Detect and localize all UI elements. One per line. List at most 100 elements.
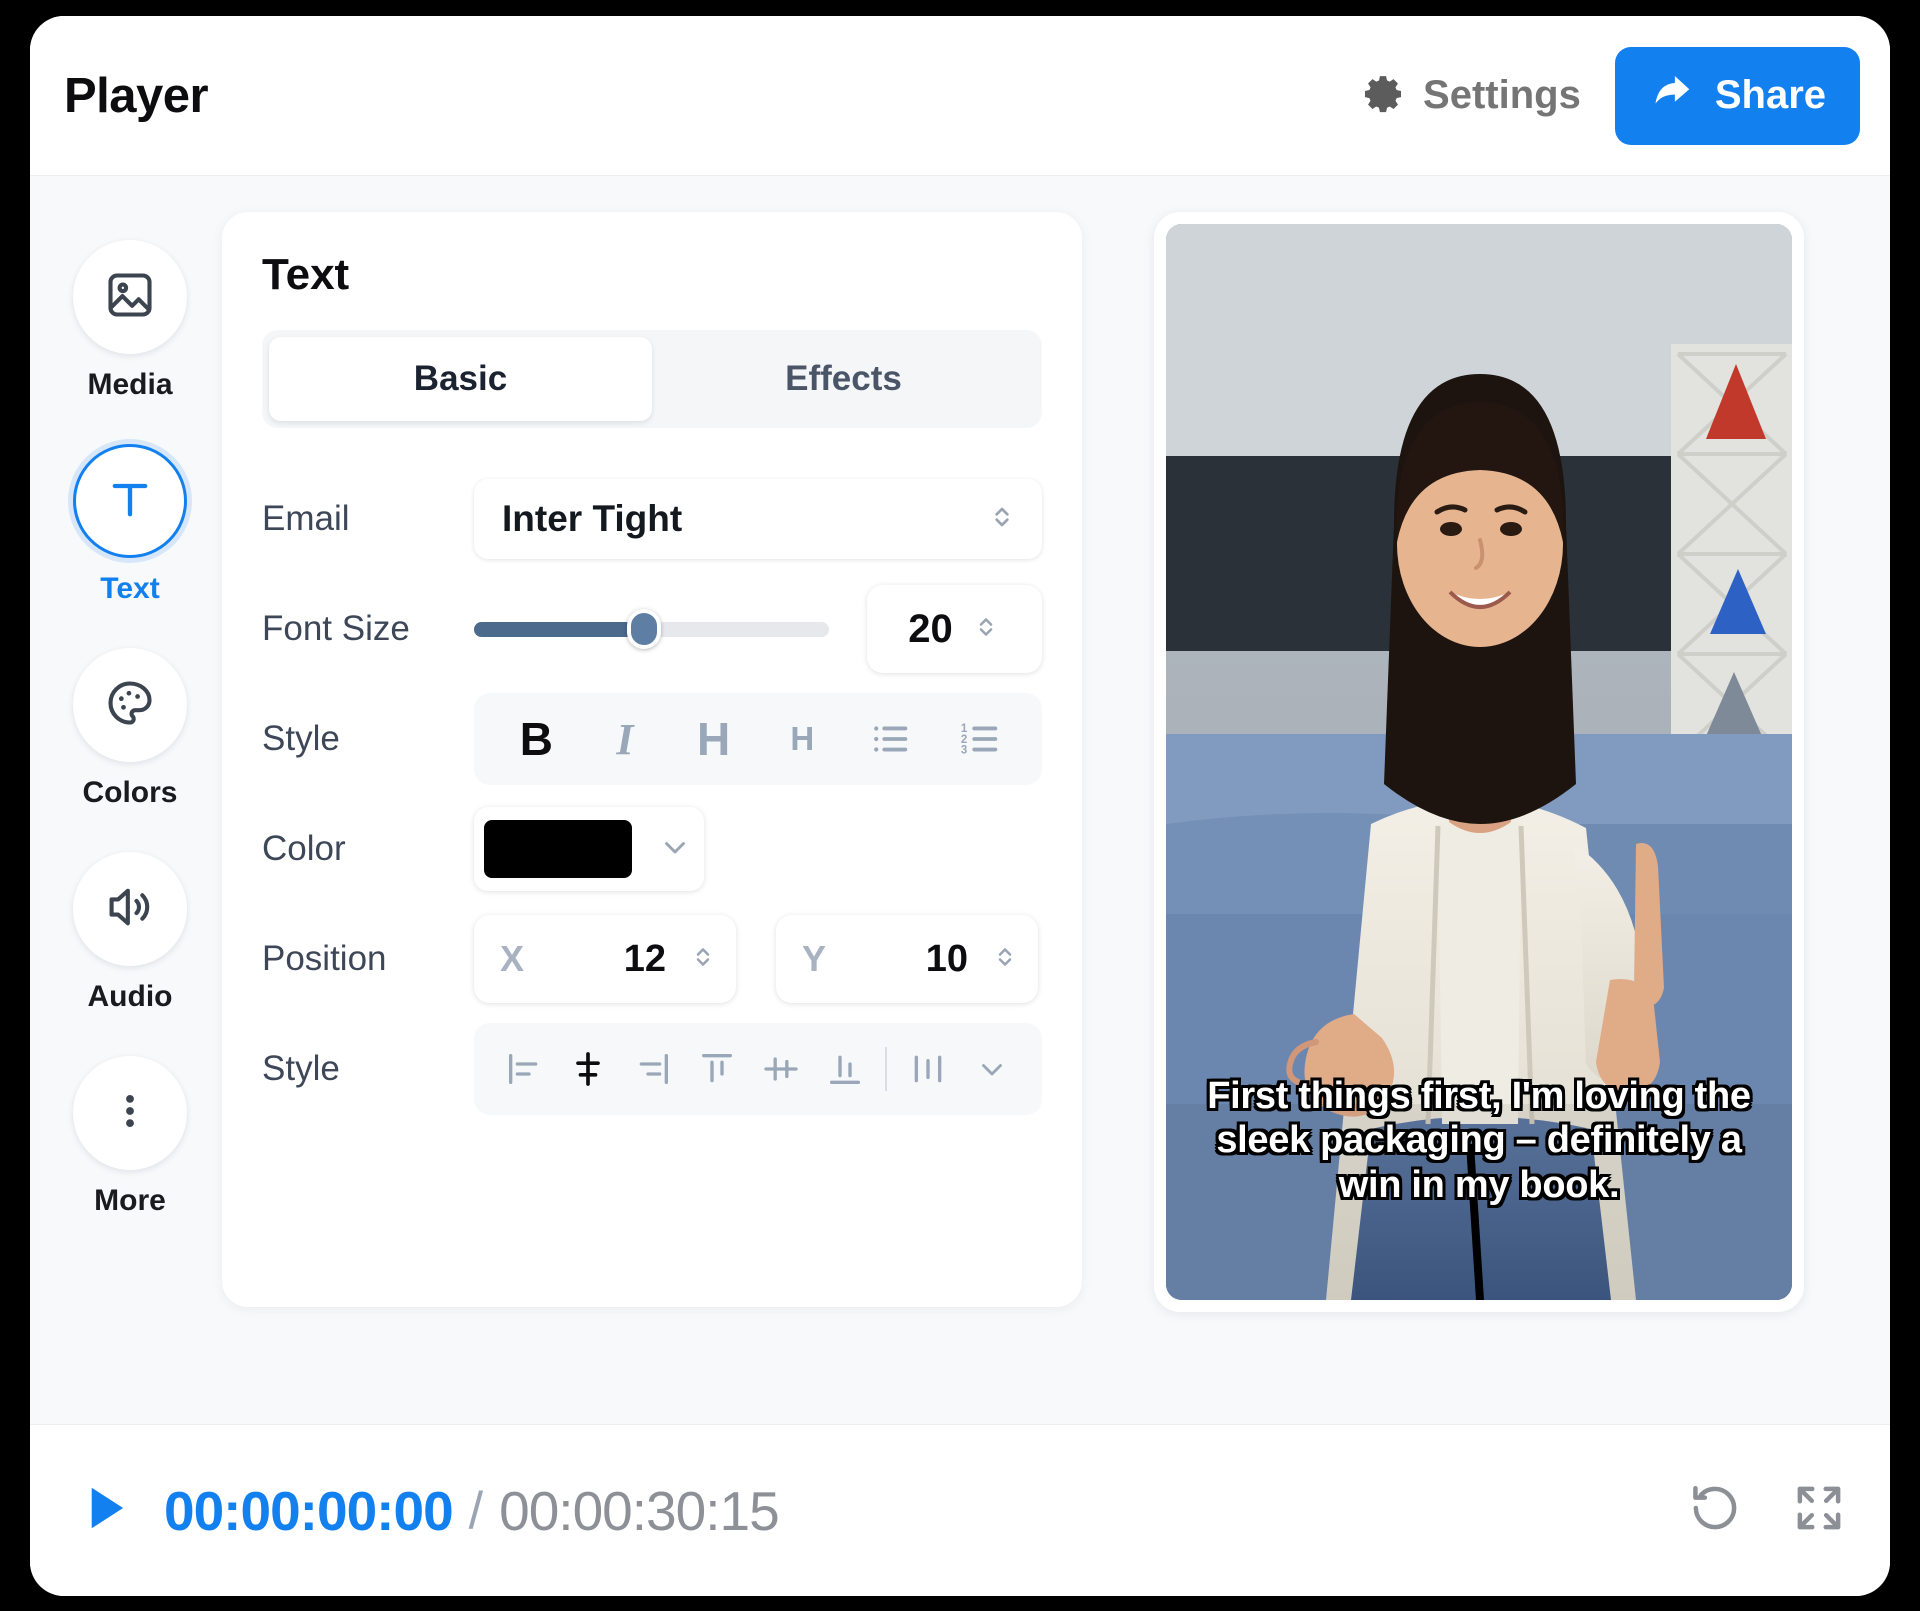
position-x-axis-label: X — [500, 938, 525, 979]
sidebar-item-label: Colors — [82, 776, 178, 809]
italic-button[interactable]: I — [595, 709, 655, 769]
color-row: Color — [262, 794, 1042, 904]
expand-icon — [1792, 1481, 1846, 1540]
sidebar-item-label: Media — [87, 368, 173, 401]
align-toolbar — [474, 1023, 1042, 1115]
align-right-button[interactable] — [623, 1039, 683, 1099]
video-preview-card: First things first, I'm loving the sleek… — [1154, 212, 1804, 1312]
svg-text:3: 3 — [960, 744, 966, 756]
sidebar-icon-wrapper — [73, 852, 187, 966]
align-left-button[interactable] — [494, 1039, 554, 1099]
video-caption: First things first, I'm loving the sleek… — [1207, 1074, 1751, 1207]
settings-button[interactable]: Settings — [1360, 73, 1581, 119]
align-more-chevron-button[interactable] — [962, 1039, 1022, 1099]
align-style-label: Style — [262, 1049, 340, 1088]
font-size-label: Font Size — [262, 609, 410, 648]
color-swatch — [484, 820, 632, 878]
font-size-slider-thumb[interactable] — [627, 609, 662, 649]
sidebar-item-label: Audio — [87, 980, 173, 1013]
chevron-updown-icon[interactable] — [971, 612, 1001, 647]
current-time: 00:00:00:00 — [164, 1479, 454, 1542]
tool-sidebar: Media Text Colors Audio More — [60, 212, 200, 1424]
align-top-button[interactable] — [687, 1039, 747, 1099]
panel-title: Text — [262, 250, 350, 299]
font-size-slider-fill — [474, 621, 645, 637]
settings-label: Settings — [1423, 73, 1581, 117]
share-label: Share — [1714, 73, 1826, 117]
play-button[interactable] — [76, 1479, 134, 1542]
sidebar-icon-wrapper — [73, 1056, 187, 1170]
app-header: Player Settings Share — [30, 16, 1890, 176]
sidebar-icon-wrapper — [73, 240, 187, 354]
font-family-row: Email Inter Tight — [262, 464, 1042, 574]
font-size-value: 20 — [908, 606, 953, 651]
position-x-value: 12 — [623, 937, 666, 980]
chevron-down-icon — [658, 830, 692, 869]
distribute-button[interactable] — [898, 1039, 958, 1099]
playback-actions — [1688, 1481, 1846, 1540]
sidebar-item-label: Text — [100, 572, 160, 605]
font-size-stepper[interactable]: 20 — [867, 585, 1042, 673]
numbered-list-button[interactable]: 1 2 3 — [950, 709, 1010, 769]
speaker-icon — [104, 881, 156, 938]
dots-vertical-icon — [104, 1085, 156, 1142]
video-preview[interactable]: First things first, I'm loving the sleek… — [1166, 224, 1792, 1300]
position-label: Position — [262, 939, 387, 978]
text-style-row: Style B I H H 1 2 3 — [262, 684, 1042, 794]
bold-button[interactable]: B — [506, 709, 566, 769]
sidebar-icon-wrapper — [73, 444, 187, 558]
color-label: Color — [262, 829, 346, 868]
chevron-updown-icon[interactable] — [990, 942, 1020, 977]
time-separator: / — [468, 1481, 484, 1540]
total-time: 00:00:30:15 — [499, 1479, 780, 1542]
position-y-axis-label: Y — [802, 938, 827, 979]
rotate-ccw-icon — [1688, 1481, 1742, 1540]
gear-icon — [1360, 73, 1406, 119]
share-button[interactable]: Share — [1614, 46, 1860, 145]
player-window: Player Settings Share Media Text Colors … — [30, 16, 1890, 1596]
heading-large-button[interactable]: H — [684, 709, 744, 769]
sidebar-item-colors[interactable]: Colors — [73, 648, 187, 810]
font-family-select[interactable]: Inter Tight — [474, 479, 1042, 559]
share-arrow-icon — [1649, 68, 1695, 124]
image-icon — [104, 269, 156, 326]
text-style-label: Style — [262, 719, 340, 758]
bulleted-list-button[interactable] — [861, 709, 921, 769]
sidebar-item-label: More — [94, 1184, 166, 1217]
font-size-slider[interactable] — [474, 609, 829, 649]
align-middle-vertical-button[interactable] — [751, 1039, 811, 1099]
align-center-horizontal-button[interactable] — [558, 1039, 618, 1099]
toolbar-divider — [885, 1047, 888, 1091]
sidebar-item-more[interactable]: More — [73, 1056, 187, 1218]
reset-button[interactable] — [1688, 1481, 1742, 1540]
header-actions: Settings Share — [1360, 46, 1860, 145]
align-bottom-button[interactable] — [815, 1039, 875, 1099]
text-t-icon — [104, 473, 156, 530]
playback-bar: 00:00:00:00 / 00:00:30:15 — [30, 1424, 1890, 1596]
play-icon — [76, 1479, 134, 1542]
heading-small-button[interactable]: H — [772, 709, 832, 769]
editor-body: Media Text Colors Audio More Text Basic … — [30, 176, 1890, 1424]
palette-icon — [104, 677, 156, 734]
tab-basic[interactable]: Basic — [269, 337, 652, 421]
chevron-updown-icon — [986, 501, 1018, 538]
page-title: Player — [64, 68, 209, 123]
position-y-value: 10 — [925, 937, 968, 980]
position-x-stepper[interactable]: X 12 — [474, 915, 736, 1003]
sidebar-item-media[interactable]: Media — [73, 240, 187, 402]
tab-effects[interactable]: Effects — [652, 337, 1035, 421]
sidebar-item-audio[interactable]: Audio — [73, 852, 187, 1014]
font-family-value: Inter Tight — [502, 498, 683, 539]
text-properties-panel: Text Basic Effects Email Inter Tight Fon… — [222, 212, 1082, 1307]
chevron-updown-icon[interactable] — [688, 942, 718, 977]
position-row: Position X 12 Y 10 — [262, 904, 1042, 1014]
sidebar-icon-wrapper — [73, 648, 187, 762]
sidebar-item-text[interactable]: Text — [73, 444, 187, 606]
text-style-toolbar: B I H H 1 2 3 — [474, 693, 1042, 785]
panel-tabbar: Basic Effects — [262, 330, 1042, 428]
font-size-row: Font Size 20 — [262, 574, 1042, 684]
align-style-row: Style — [262, 1014, 1042, 1124]
fullscreen-button[interactable] — [1792, 1481, 1846, 1540]
position-y-stepper[interactable]: Y 10 — [776, 915, 1038, 1003]
color-picker[interactable] — [474, 807, 704, 891]
